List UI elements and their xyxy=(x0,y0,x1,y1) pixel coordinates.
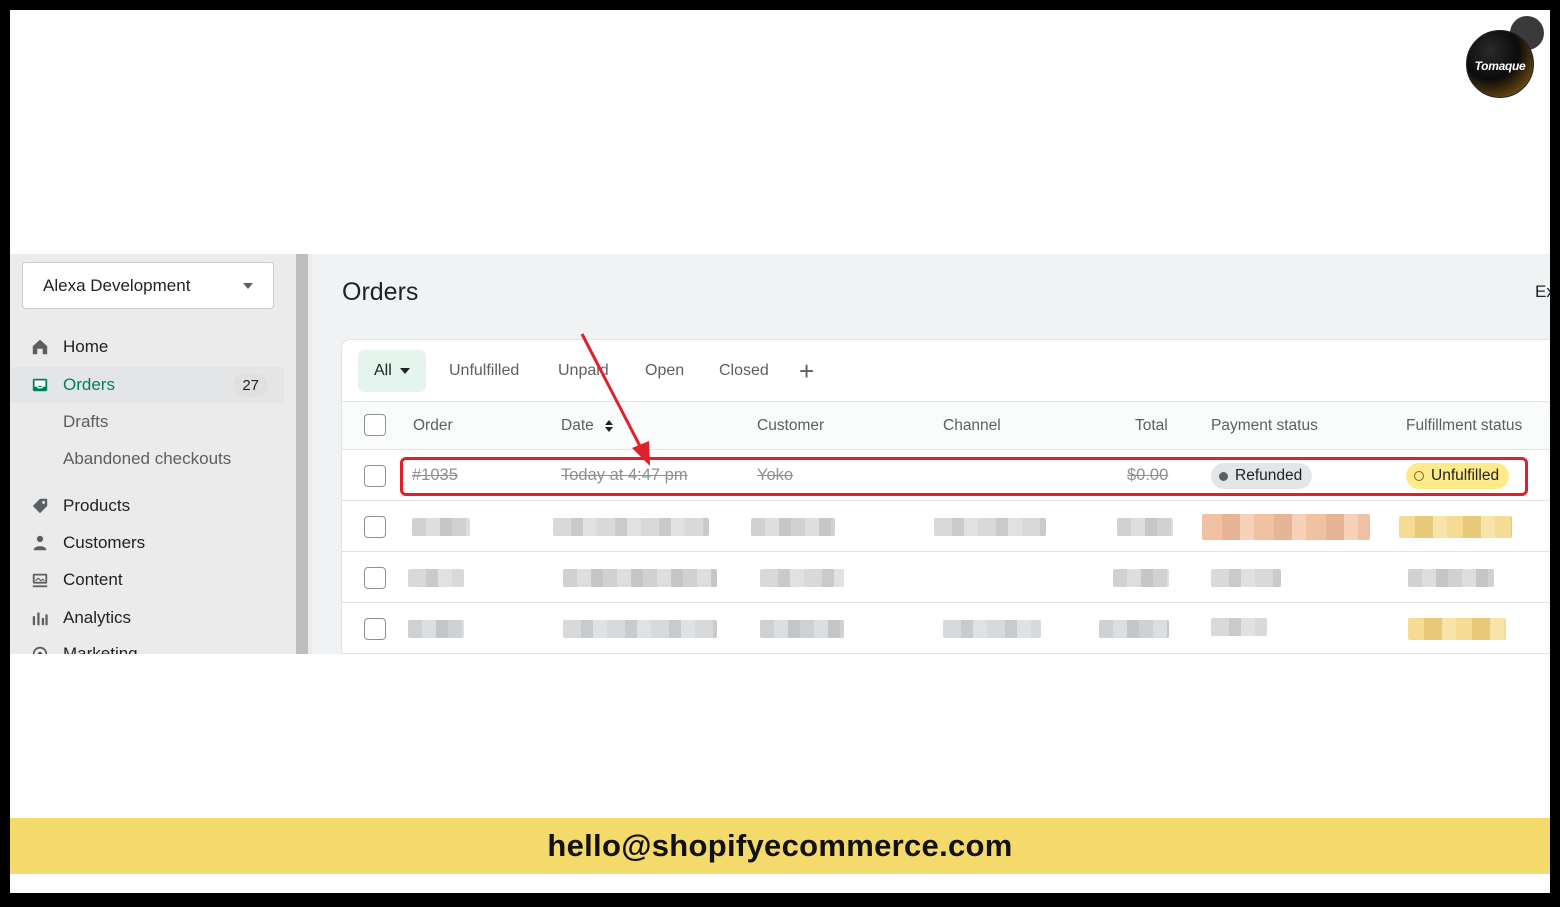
store-name: Alexa Development xyxy=(43,275,191,295)
sidebar-item-label: Analytics xyxy=(63,608,132,627)
export-button[interactable]: Ex xyxy=(1535,282,1550,302)
redacted-order xyxy=(412,518,470,536)
order-filter-tabs: All Unfulfilled Unpaid Open Closed + xyxy=(342,340,1550,402)
redacted-payment-status xyxy=(1202,514,1370,540)
table-row[interactable] xyxy=(342,502,1550,552)
add-view-button[interactable]: + xyxy=(799,350,814,392)
redacted-order xyxy=(408,620,464,638)
caret-down-icon xyxy=(399,368,410,374)
logo-wordmark: Tomaque xyxy=(1474,59,1526,73)
tab-label: Closed xyxy=(719,362,769,379)
column-payment-status[interactable]: Payment status xyxy=(1211,417,1318,435)
sidebar-item-customers[interactable]: Customers xyxy=(10,525,284,561)
redacted-fulfillment-status xyxy=(1408,618,1506,640)
sidebar-item-marketing[interactable]: Marketing xyxy=(10,636,284,654)
sidebar-item-products[interactable]: Products xyxy=(10,488,284,524)
redacted-date xyxy=(563,620,717,638)
redacted-fulfillment-status xyxy=(1408,569,1494,587)
sidebar: Alexa Development Home Orders 27 Drafts … xyxy=(10,254,296,654)
redacted-date xyxy=(553,518,709,536)
column-order[interactable]: Order xyxy=(413,417,453,435)
tab-label: All xyxy=(374,362,392,379)
screenshot-frame: Tomaque Alexa Development Home Orders 27… xyxy=(10,10,1550,893)
contact-email[interactable]: hello@shopifyecommerce.com xyxy=(547,828,1012,864)
redacted-fulfillment-status xyxy=(1399,516,1512,538)
row-checkbox[interactable] xyxy=(364,567,386,589)
redacted-payment-status xyxy=(1211,569,1281,587)
sidebar-item-home[interactable]: Home xyxy=(10,329,284,365)
select-all-checkbox[interactable] xyxy=(364,414,386,436)
tab-closed[interactable]: Closed xyxy=(719,350,769,392)
home-icon xyxy=(32,339,48,355)
column-customer[interactable]: Customer xyxy=(757,417,824,435)
redacted-channel xyxy=(943,620,1041,638)
sidebar-item-label: Home xyxy=(63,337,109,356)
tab-label: Unfulfilled xyxy=(449,362,520,379)
column-fulfillment-status[interactable]: Fulfillment status xyxy=(1406,417,1522,435)
sidebar-item-abandoned-checkouts[interactable]: Abandoned checkouts xyxy=(10,441,284,477)
redacted-total xyxy=(1117,518,1173,536)
table-row[interactable] xyxy=(342,604,1550,654)
tab-unfulfilled[interactable]: Unfulfilled xyxy=(449,350,519,392)
tag-icon xyxy=(32,498,48,514)
redacted-payment-status xyxy=(1211,618,1267,636)
redacted-total xyxy=(1113,569,1169,587)
orders-count-badge: 27 xyxy=(233,373,268,397)
sidebar-item-label: Products xyxy=(63,496,131,515)
sidebar-item-label: Content xyxy=(63,570,123,589)
sidebar-item-analytics[interactable]: Analytics xyxy=(10,600,284,636)
shopify-admin: Alexa Development Home Orders 27 Drafts … xyxy=(10,254,1550,654)
row-checkbox[interactable] xyxy=(364,618,386,640)
sidebar-item-label: Drafts xyxy=(63,412,109,431)
content-icon xyxy=(32,573,48,588)
annotation-arrow-icon xyxy=(580,333,650,466)
orders-card: All Unfulfilled Unpaid Open Closed + Ord… xyxy=(342,340,1550,654)
row-checkbox[interactable] xyxy=(364,465,386,487)
table-header: Order Date Customer Channel Total Paymen… xyxy=(342,402,1550,450)
tab-all[interactable]: All xyxy=(358,350,426,392)
sidebar-item-label: Abandoned checkouts xyxy=(63,449,232,468)
table-row[interactable] xyxy=(342,553,1550,603)
redacted-total xyxy=(1099,620,1169,638)
plus-icon: + xyxy=(799,355,815,386)
sidebar-item-drafts[interactable]: Drafts xyxy=(10,404,284,440)
redacted-customer xyxy=(751,518,835,536)
redacted-customer xyxy=(760,620,844,638)
sidebar-item-orders[interactable]: Orders 27 xyxy=(10,367,284,403)
column-channel[interactable]: Channel xyxy=(943,417,1001,435)
sidebar-item-label: Marketing xyxy=(63,644,138,654)
person-icon xyxy=(33,535,47,551)
bar-chart-icon xyxy=(32,612,48,626)
redacted-channel xyxy=(934,518,1046,536)
sidebar-item-label: Orders xyxy=(63,375,115,394)
sidebar-scrollbar[interactable] xyxy=(296,254,308,654)
sidebar-item-content[interactable]: Content xyxy=(10,562,284,598)
brand-logo: Tomaque xyxy=(1466,16,1546,98)
redacted-date xyxy=(563,569,717,587)
orders-inbox-icon xyxy=(32,378,48,392)
sidebar-divider xyxy=(308,254,312,654)
row-checkbox[interactable] xyxy=(364,516,386,538)
caret-down-icon xyxy=(243,282,253,289)
redacted-customer xyxy=(760,569,844,587)
store-selector[interactable]: Alexa Development xyxy=(22,262,274,309)
target-icon xyxy=(32,646,48,654)
page-title: Orders xyxy=(342,278,419,306)
column-total[interactable]: Total xyxy=(1135,417,1168,435)
contact-banner: hello@shopifyecommerce.com xyxy=(10,818,1550,874)
redacted-order xyxy=(408,569,464,587)
sidebar-item-label: Customers xyxy=(63,533,146,552)
